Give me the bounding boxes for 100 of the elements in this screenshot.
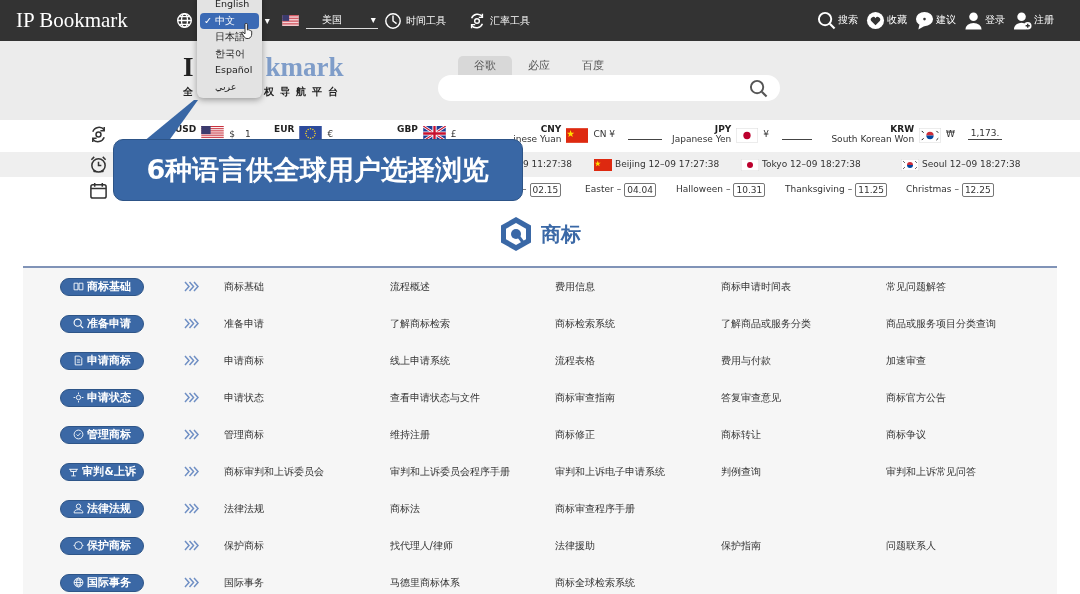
holiday-name: Halloween [676, 183, 723, 197]
holiday-name: Christmas [906, 183, 952, 197]
category-link[interactable]: 找代理人/律师 [389, 538, 555, 553]
favorites-link[interactable]: 收藏 [866, 11, 907, 30]
holiday-name: Thanksgiving [785, 183, 845, 197]
category-link[interactable]: 费用与付款 [720, 353, 886, 368]
currency-code: EUR [274, 125, 295, 135]
category-link[interactable]: 商标转让 [720, 427, 886, 442]
language-option[interactable]: 한국어 [200, 45, 259, 63]
category-button[interactable]: 商标基础 [60, 277, 144, 296]
category-link[interactable]: 问题联系人 [886, 538, 1052, 553]
category-button[interactable]: 管理商标 [60, 425, 144, 444]
book-icon [73, 281, 84, 292]
site-logo: IP Bookmark [16, 6, 128, 34]
category-link[interactable]: 加速审查 [886, 353, 1052, 368]
category-link[interactable]: 商标审查程序手册 [555, 501, 721, 516]
country-select[interactable]: 美国 ▾ [305, 12, 378, 29]
date-badge: 11.25 [855, 183, 888, 197]
category-link[interactable]: 流程表格 [555, 353, 721, 368]
category-link[interactable]: 保护指南 [720, 538, 886, 553]
caret-icon[interactable]: ▾ [264, 13, 270, 28]
category-link[interactable]: 管理商标 [224, 427, 390, 442]
category-link[interactable]: 保护商标 [224, 538, 390, 553]
category-button[interactable]: 保护商标 [60, 536, 144, 555]
category-link[interactable]: 商标申请时间表 [720, 279, 886, 294]
login-link[interactable]: 登录 [964, 11, 1005, 30]
category-link[interactable]: 商标法 [389, 501, 555, 516]
category-link[interactable]: 线上申请系统 [389, 353, 555, 368]
chevrons-icon [184, 466, 199, 477]
flag-icon [736, 128, 759, 143]
currency-name: South Korean Won [831, 134, 915, 145]
flag-icon [281, 15, 299, 26]
globe-icon[interactable] [175, 12, 193, 29]
category-button[interactable]: 审判&上诉 [60, 462, 144, 481]
currency-symbol: ₩ [946, 128, 955, 141]
dash-text: – [522, 183, 527, 197]
category-link[interactable]: 申请商标 [224, 353, 390, 368]
category-link[interactable]: 审判和上诉常见问答 [886, 464, 1052, 479]
language-option[interactable]: عربي [200, 78, 259, 96]
world-clock: Tokyo 12–09 18:27:38 [762, 157, 861, 171]
category-link[interactable]: 判例查询 [720, 464, 886, 479]
category-button[interactable]: 国际事务 [60, 573, 144, 592]
category-link[interactable]: 答复审查意见 [720, 390, 886, 405]
category-link[interactable]: 法律法规 [224, 501, 390, 516]
search-engine-tab[interactable]: 谷歌 [458, 56, 512, 75]
podium-icon [68, 466, 80, 477]
category-link[interactable]: 马德里商标体系 [389, 575, 555, 590]
category-button[interactable]: 申请状态 [60, 388, 144, 407]
category-link[interactable]: 申请状态 [224, 390, 390, 405]
category-button[interactable]: 法律法规 [60, 499, 144, 518]
category-link[interactable]: 审判和上诉委员会程序手册 [389, 464, 555, 479]
section-title: 商标 [541, 221, 581, 248]
feedback-link[interactable]: 建议 [915, 11, 956, 30]
logo-icon [499, 216, 533, 252]
globe-icon [73, 577, 84, 588]
category-link[interactable]: 了解商品或服务分类 [720, 316, 886, 331]
world-clock: Beijing 12–09 17:27:38 [615, 157, 720, 171]
category-link[interactable]: 商标审查指南 [555, 390, 721, 405]
category-link[interactable]: 商标全球检索系统 [555, 575, 721, 590]
category-button[interactable]: 准备申请 [60, 314, 144, 333]
category-link[interactable]: 商标基础 [224, 279, 390, 294]
flag-icon [741, 158, 759, 171]
calendar-icon [89, 180, 108, 200]
category-link[interactable]: 费用信息 [555, 279, 721, 294]
search-link[interactable]: 搜索 [817, 11, 858, 30]
category-link[interactable]: 商品或服务项目分类查询 [886, 316, 1052, 331]
exchange-tools-link[interactable]: 汇率工具 [467, 11, 530, 30]
category-link[interactable]: 准备申请 [224, 316, 390, 331]
currency-symbol: € [327, 128, 334, 141]
language-option[interactable]: Español [200, 62, 259, 79]
currency-code: JPY [714, 125, 732, 135]
search-engine-tab[interactable]: 百度 [566, 56, 620, 75]
search-icon [73, 318, 84, 329]
language-option[interactable]: English [200, 0, 259, 13]
category-link[interactable]: 商标检索系统 [555, 316, 721, 331]
category-link[interactable]: 商标审判和上诉委员会 [224, 464, 390, 479]
category-link[interactable]: 商标官方公告 [886, 390, 1052, 405]
category-link[interactable]: 维持注册 [389, 427, 555, 442]
language-option[interactable]: ✓ 中文 [200, 12, 259, 30]
search-field[interactable] [438, 75, 780, 101]
language-option[interactable]: 日本語 [200, 29, 259, 46]
date-badge: 10.31 [733, 183, 766, 197]
category-link[interactable]: 流程概述 [389, 279, 555, 294]
amount-field[interactable]: 1,173. [968, 127, 1002, 140]
logo-tagline: 权导航平台 [264, 85, 344, 99]
user-icon [964, 11, 983, 30]
category-button[interactable]: 申请商标 [60, 351, 144, 370]
search-engine-tab[interactable]: 必应 [512, 56, 566, 75]
search-icon[interactable] [749, 78, 768, 98]
register-link[interactable]: 注册 [1013, 11, 1054, 30]
category-link[interactable]: 法律援助 [555, 538, 721, 553]
category-link[interactable]: 审判和上诉电子申请系统 [555, 464, 721, 479]
category-link[interactable]: 商标修正 [555, 427, 721, 442]
category-link[interactable]: 商标争议 [886, 427, 1052, 442]
category-link[interactable]: 常见问题解答 [886, 279, 1052, 294]
category-link[interactable]: 了解商标检索 [389, 316, 555, 331]
flag-icon [901, 158, 919, 171]
category-link[interactable]: 国际事务 [224, 575, 390, 590]
time-tools-link[interactable]: 时间工具 [383, 11, 446, 30]
category-link[interactable]: 查看申请状态与文件 [389, 390, 555, 405]
